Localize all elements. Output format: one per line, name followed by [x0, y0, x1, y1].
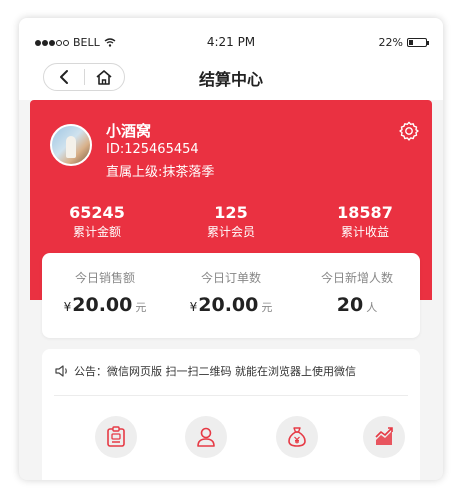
money-bag-shortcut[interactable]: [276, 416, 318, 458]
id-card-icon: [107, 426, 125, 447]
stat-total-amount[interactable]: 65245 累计金额: [30, 203, 164, 241]
speaker-icon: [55, 365, 67, 377]
today-orders[interactable]: 今日订单数 ¥ 20.00 元: [168, 253, 294, 338]
battery-icon: [407, 38, 429, 47]
today-new-users[interactable]: 今日新增人数 20 人: [294, 253, 420, 338]
today-sales-value: 20.00: [72, 294, 133, 316]
today-sales-label: 今日销售额: [74, 271, 135, 285]
trend-chart-shortcut[interactable]: [363, 416, 405, 458]
stats-row: 65245 累计金额 125 累计会员 18587 累计收益: [30, 203, 432, 241]
money-bag-icon: [288, 427, 306, 447]
stat-label: 累计金额: [72, 225, 121, 239]
today-sales[interactable]: 今日销售额 ¥ 20.00 元: [42, 253, 168, 338]
user-name: 小酒窝: [106, 122, 152, 140]
divider: [54, 395, 408, 396]
phone-frame: BELL 4:21 PM 22% 结算中心 小酒窝 ID:125465454 直…: [19, 18, 443, 480]
avatar[interactable]: [50, 124, 92, 166]
stat-label: 累计收益: [340, 225, 389, 239]
unit-label: 元: [261, 301, 273, 314]
id-card-shortcut[interactable]: [95, 416, 137, 458]
gear-icon[interactable]: [398, 120, 420, 142]
stat-total-earnings[interactable]: 18587 累计收益: [298, 203, 432, 241]
notice-bar[interactable]: 公告：微信网页版 扫一扫二维码 就能在浏览器上使用微信: [54, 363, 356, 379]
currency-symbol: ¥: [63, 300, 72, 314]
user-shortcut[interactable]: [185, 416, 227, 458]
battery-percent: 22%: [378, 36, 403, 49]
unit-label: 元: [135, 301, 147, 314]
nav-bar: 结算中心: [19, 62, 443, 100]
battery-indicator: 22%: [378, 36, 429, 49]
today-orders-value: 20.00: [198, 294, 259, 316]
user-id: ID:125465454: [106, 142, 199, 157]
currency-symbol: ¥: [189, 300, 198, 314]
notice-card: 公告：微信网页版 扫一扫二维码 就能在浏览器上使用微信: [42, 349, 420, 480]
stat-value: 125: [214, 203, 248, 222]
user-icon: [197, 427, 215, 447]
page-title: 结算中心: [198, 70, 263, 89]
today-summary-card: 今日销售额 ¥ 20.00 元 今日订单数 ¥ 20.00 元 今日新增人数 2…: [42, 253, 420, 338]
today-orders-label: 今日订单数: [200, 271, 261, 285]
today-new-users-value: 20: [336, 294, 364, 316]
upline-info: 直属上级:抹茶落季: [106, 165, 215, 180]
status-bar: BELL 4:21 PM 22%: [19, 18, 443, 62]
unit-label: 人: [366, 301, 378, 314]
notice-text: 公告：微信网页版 扫一扫二维码 就能在浏览器上使用微信: [74, 365, 356, 378]
stat-label: 累计会员: [206, 225, 255, 239]
today-new-users-label: 今日新增人数: [320, 271, 393, 285]
stat-value: 18587: [337, 203, 393, 222]
stat-total-members[interactable]: 125 累计会员: [164, 203, 298, 241]
stat-value: 65245: [69, 203, 125, 222]
trend-chart-icon: [375, 427, 393, 445]
